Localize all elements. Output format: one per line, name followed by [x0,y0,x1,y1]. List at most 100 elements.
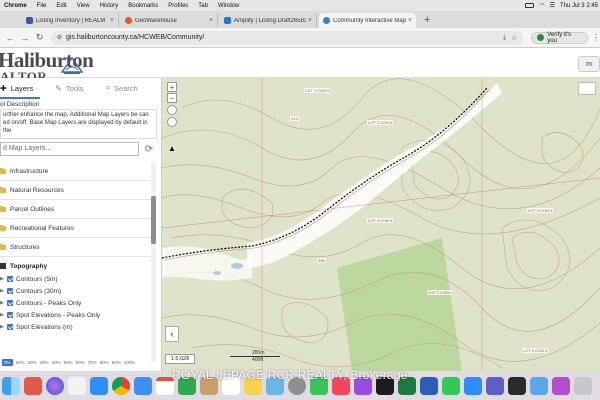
expand-arrow-icon[interactable]: ▶ [0,300,5,306]
close-tab-icon[interactable]: × [308,17,312,24]
siri-icon[interactable] [46,376,64,395]
verify-identity-button[interactable]: Verify it's you [531,31,588,44]
folder-icon [0,224,6,231]
layer-contours-5m[interactable]: ▶ Contours (5m) [0,273,152,285]
opacity-option[interactable]: 20% [28,360,37,365]
browser-tab-amplify[interactable]: Amplify | Listing Draft26583 × [220,13,317,28]
menu-bookmarks[interactable]: Bookmarks [128,3,158,9]
layer-contours-peaks[interactable]: ▶ Contours - Peaks Only [0,297,152,309]
group-checkbox-icon[interactable] [0,263,6,269]
checkbox-checked-icon[interactable] [7,288,13,294]
menu-profiles[interactable]: Profiles [168,3,188,9]
menubar-clock[interactable]: Thu Jul 3 2:45 [560,3,598,9]
find-map-layers-input[interactable]: d Map Layers... [0,142,139,156]
opacity-option[interactable]: 40% [52,360,61,365]
expand-arrow-icon[interactable]: ▶ [0,312,5,318]
launchpad-icon[interactable] [24,376,42,395]
bookmark-star-icon[interactable]: ☆ [511,34,517,42]
layer-list-scrollbar[interactable] [151,162,156,362]
opacity-option[interactable]: 90% [112,360,121,365]
app-store-icon[interactable] [90,376,108,395]
header-menu-button[interactable]: m [578,56,600,72]
downloads-folder-icon[interactable] [530,376,548,395]
layers-icon: ✚ [0,83,7,93]
layer-group-topography[interactable]: Topography [0,259,152,273]
layer-spot-elevations-m[interactable]: ▶ Spot Elevations (m) [0,321,152,333]
download-icon[interactable]: ⤓ [503,34,506,42]
opacity-option[interactable]: 100% [124,360,136,365]
browser-menu-icon[interactable]: ⋮ [592,33,600,42]
menu-app-chrome[interactable]: Chrome [4,3,27,9]
refresh-layers-icon[interactable]: ⟳ [142,142,156,156]
checkbox-checked-icon[interactable] [7,324,13,330]
wifi-icon[interactable]: ◠ [539,2,544,9]
expand-arrow-icon[interactable]: ▶ [0,288,5,294]
zoom-out-button[interactable]: − [167,93,177,103]
folder-icon [0,167,6,174]
reload-icon[interactable]: ↻ [34,32,46,44]
control-center-icon[interactable]: ☰ [550,2,555,9]
layer-structures[interactable]: Structures [0,238,152,257]
photos-icon[interactable] [68,376,86,395]
menu-tab[interactable]: Tab [198,3,208,9]
forward-arrow-icon[interactable]: → [19,32,31,44]
close-tab-icon[interactable]: × [408,17,412,24]
layer-parcel-outlines[interactable]: Parcel Outlines [0,200,152,219]
opacity-option[interactable]: 60% [76,360,85,365]
opacity-option[interactable]: 10% [16,360,25,365]
layer-contours-30m[interactable]: ▶ Contours (30m) [0,285,152,297]
map-locate-icon[interactable] [167,117,177,127]
site-info-icon[interactable]: ⚙ [57,34,62,41]
battery-icon[interactable] [525,3,535,8]
zoom-in-button[interactable]: + [167,82,177,92]
zoom-icon[interactable] [464,376,482,395]
opacity-option[interactable]: 30% [40,360,49,365]
new-tab-button[interactable]: + [424,14,430,26]
close-tab-icon[interactable]: × [110,17,114,24]
screenshot-icon[interactable] [552,376,570,395]
mail-icon[interactable] [134,376,152,395]
menu-edit[interactable]: Edit [56,3,66,9]
checkbox-checked-icon[interactable] [7,312,13,318]
tab-layers[interactable]: ✚ Layers [0,84,33,93]
layer-list: Infrastructure Natural Resources Parcel … [0,162,152,333]
scrollbar-thumb[interactable] [151,196,156,244]
opacity-option[interactable]: 50% [64,360,73,365]
layer-spot-elevations-peaks[interactable]: ▶ Spot Elevations - Peaks Only [0,309,152,321]
map-scale-ratio[interactable]: 1:5,028 [165,354,195,364]
menu-file[interactable]: File [37,3,47,9]
browser-tab-geowarehouse[interactable]: GeoWarehouse × [121,13,218,28]
checkbox-checked-icon[interactable] [7,300,13,306]
map-home-icon[interactable] [167,105,177,115]
layer-natural-resources[interactable]: Natural Resources [0,181,152,200]
finder-icon[interactable] [2,376,20,395]
trash-icon[interactable] [574,376,592,395]
expand-arrow-icon[interactable]: ▶ [0,324,5,330]
messages-icon[interactable] [442,376,460,395]
close-tab-icon[interactable]: × [209,17,213,24]
address-bar-input[interactable]: ⚙ gis.haliburtoncounty.ca/HCWEB/Communit… [50,30,524,45]
browser-tab-community-map[interactable]: Community Interactive Mapp × [319,13,416,28]
word-icon[interactable] [420,376,438,395]
map-lot-label: LOT 2 CON 4 [427,290,454,295]
map-basemap-toggle-button[interactable] [578,82,596,95]
layer-recreational-features[interactable]: Recreational Features [0,219,152,238]
menu-history[interactable]: History [100,3,119,9]
collapse-sidebar-button[interactable]: ‹ [165,326,179,342]
tab-search[interactable]: ⌕ Search [105,83,137,93]
tab-tools[interactable]: ✎ Tools [55,84,83,93]
expand-arrow-icon[interactable]: ▶ [0,276,5,282]
layer-infrastructure[interactable]: Infrastructure [0,162,152,181]
teams-icon[interactable] [486,376,504,395]
map-canvas[interactable]: LOT 1 CON 5 413 LOT 2 CON 5 398 LOT 3 CO… [162,78,600,371]
menu-view[interactable]: View [77,3,90,9]
terminal-icon[interactable] [508,376,526,395]
browser-tab-listing-inventory[interactable]: Listing Inventory | REALM × [22,13,119,28]
opacity-option[interactable]: 0% [2,358,13,366]
menu-window[interactable]: Window [218,3,239,9]
chrome-icon[interactable] [112,376,130,395]
back-arrow-icon[interactable]: ← [4,32,16,44]
opacity-option[interactable]: 70% [88,360,97,365]
checkbox-checked-icon[interactable] [7,276,13,282]
opacity-option[interactable]: 80% [100,360,109,365]
